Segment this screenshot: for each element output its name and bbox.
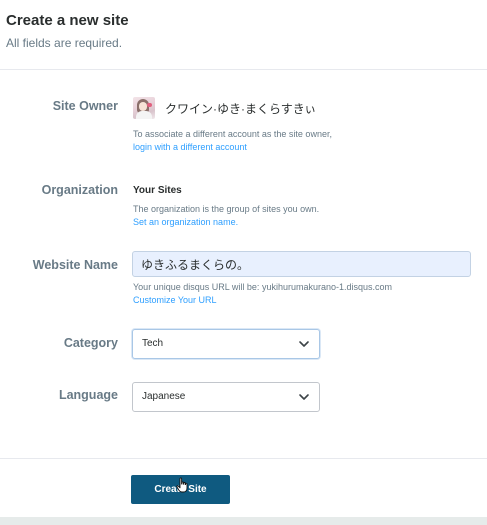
bottom-strip <box>0 517 487 525</box>
create-site-button[interactable]: Create Site <box>131 475 230 504</box>
owner-name: クワイン·ゆき·まくらすきぃ <box>165 102 317 116</box>
website-name-label: Website Name <box>32 258 118 272</box>
category-selected-value: Tech <box>142 338 164 349</box>
category-select[interactable]: Tech <box>132 329 320 359</box>
chevron-down-icon <box>299 394 309 400</box>
language-label: Language <box>58 388 118 402</box>
login-different-account-link[interactable]: login with a different account <box>133 142 247 152</box>
owner-avatar <box>133 97 155 119</box>
website-name-help: Your unique disqus URL will be: yukihuru… <box>133 281 392 306</box>
category-label: Category <box>63 336 118 350</box>
page-header: Create a new site All fields are require… <box>0 0 487 70</box>
organization-help: The organization is the group of sites y… <box>133 203 319 228</box>
site-owner-help: To associate a different account as the … <box>133 128 332 153</box>
website-url-prefix: Your unique disqus URL will be: <box>133 282 260 292</box>
site-owner-label: Site Owner <box>52 99 118 113</box>
chevron-down-icon <box>299 341 309 347</box>
organization-help-text: The organization is the group of sites y… <box>133 204 320 214</box>
page-title: Create a new site <box>6 12 129 29</box>
website-name-input[interactable] <box>132 251 471 277</box>
language-selected-value: Japanese <box>142 391 186 402</box>
website-url-value: yukihurumakurano-1.disqus.com <box>261 282 392 292</box>
footer-divider <box>0 458 487 459</box>
website-url-help: Your unique disqus URL will be: yukihuru… <box>133 281 392 294</box>
organization-label: Organization <box>41 183 118 197</box>
customize-url-link[interactable]: Customize Your URL <box>133 295 217 305</box>
site-owner-help-text: To associate a different account as the … <box>133 129 332 139</box>
page-subtitle: All fields are required. <box>6 36 123 50</box>
set-organization-name-link[interactable]: Set an organization name. <box>133 217 238 227</box>
language-select[interactable]: Japanese <box>132 382 320 412</box>
organization-value: Your Sites <box>133 185 182 196</box>
